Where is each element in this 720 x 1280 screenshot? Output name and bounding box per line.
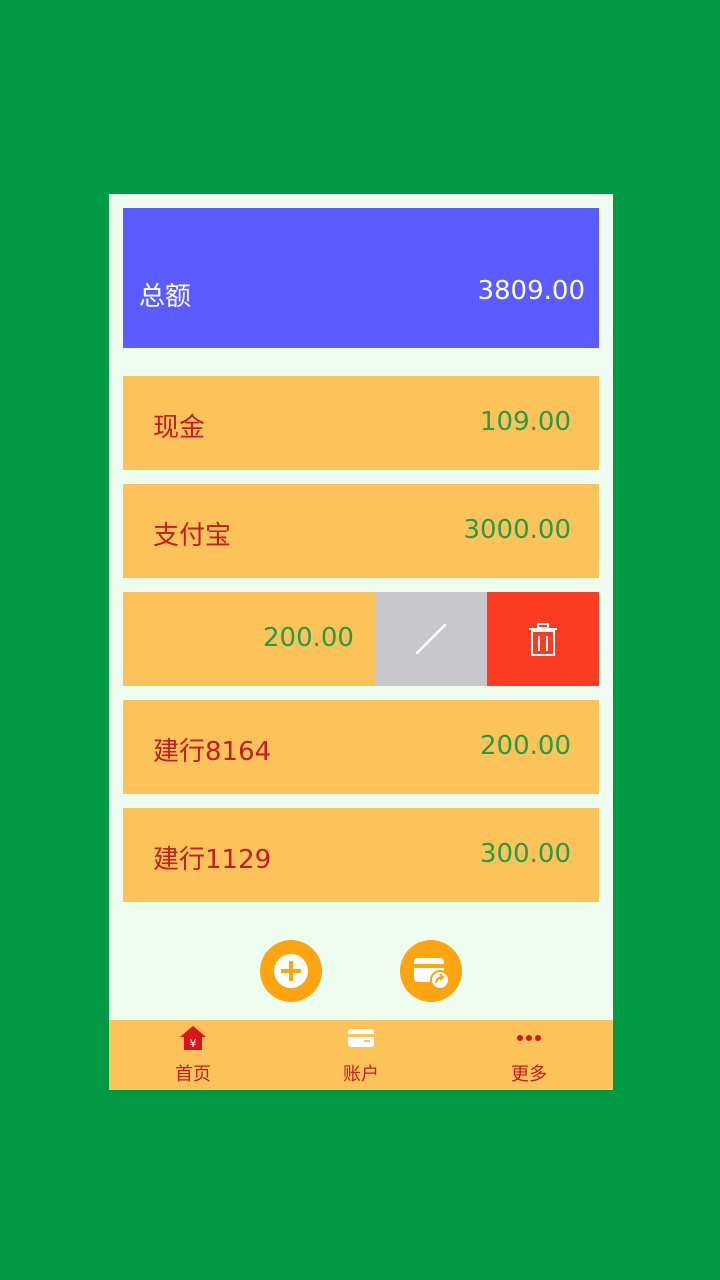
total-card: 总额 3809.00 xyxy=(123,208,599,348)
bottom-tab-bar: ¥ 首页 账户 更多 xyxy=(109,1020,613,1090)
tab-more[interactable]: 更多 xyxy=(445,1020,613,1090)
pencil-icon xyxy=(415,623,447,655)
account-amount: 200.00 xyxy=(480,731,571,761)
card-transfer-icon xyxy=(414,958,450,990)
accounts-panel: 总额 3809.00 现金 109.00 支付宝 3000.00 200.00 … xyxy=(109,194,613,1090)
add-account-button[interactable] xyxy=(260,940,322,1002)
delete-account-button[interactable] xyxy=(487,592,599,686)
edit-account-button[interactable] xyxy=(375,592,487,686)
more-dots-icon xyxy=(517,1035,541,1041)
account-row-cash[interactable]: 现金 109.00 xyxy=(123,376,599,470)
transfer-button[interactable] xyxy=(400,940,462,1002)
account-name: 现金 xyxy=(153,413,206,443)
account-row-ccb-1129[interactable]: 建行1129 300.00 xyxy=(123,808,599,902)
tab-label: 账户 xyxy=(343,1064,379,1085)
tab-accounts[interactable]: 账户 xyxy=(277,1020,445,1090)
account-row-ccb-8164[interactable]: 建行8164 200.00 xyxy=(123,700,599,794)
account-amount: 109.00 xyxy=(480,407,571,437)
account-row-swiped[interactable]: 200.00 xyxy=(123,592,599,686)
account-row-alipay[interactable]: 支付宝 3000.00 xyxy=(123,484,599,578)
account-name: 建行1129 xyxy=(153,845,272,875)
home-yen-icon: ¥ xyxy=(180,1026,206,1050)
svg-text:¥: ¥ xyxy=(190,1037,197,1050)
card-icon xyxy=(348,1029,374,1047)
account-amount: 3000.00 xyxy=(463,515,571,545)
account-name: 建行8164 xyxy=(153,737,272,767)
account-amount: 300.00 xyxy=(480,839,571,869)
account-amount: 200.00 xyxy=(263,623,354,653)
trash-icon xyxy=(529,623,557,656)
total-amount: 3809.00 xyxy=(477,276,585,306)
plus-circle-icon xyxy=(274,954,308,988)
tab-label: 更多 xyxy=(511,1064,547,1085)
total-label: 总额 xyxy=(139,282,192,312)
account-name: 支付宝 xyxy=(153,521,232,551)
tab-label: 首页 xyxy=(175,1064,211,1085)
tab-home[interactable]: ¥ 首页 xyxy=(109,1020,277,1090)
